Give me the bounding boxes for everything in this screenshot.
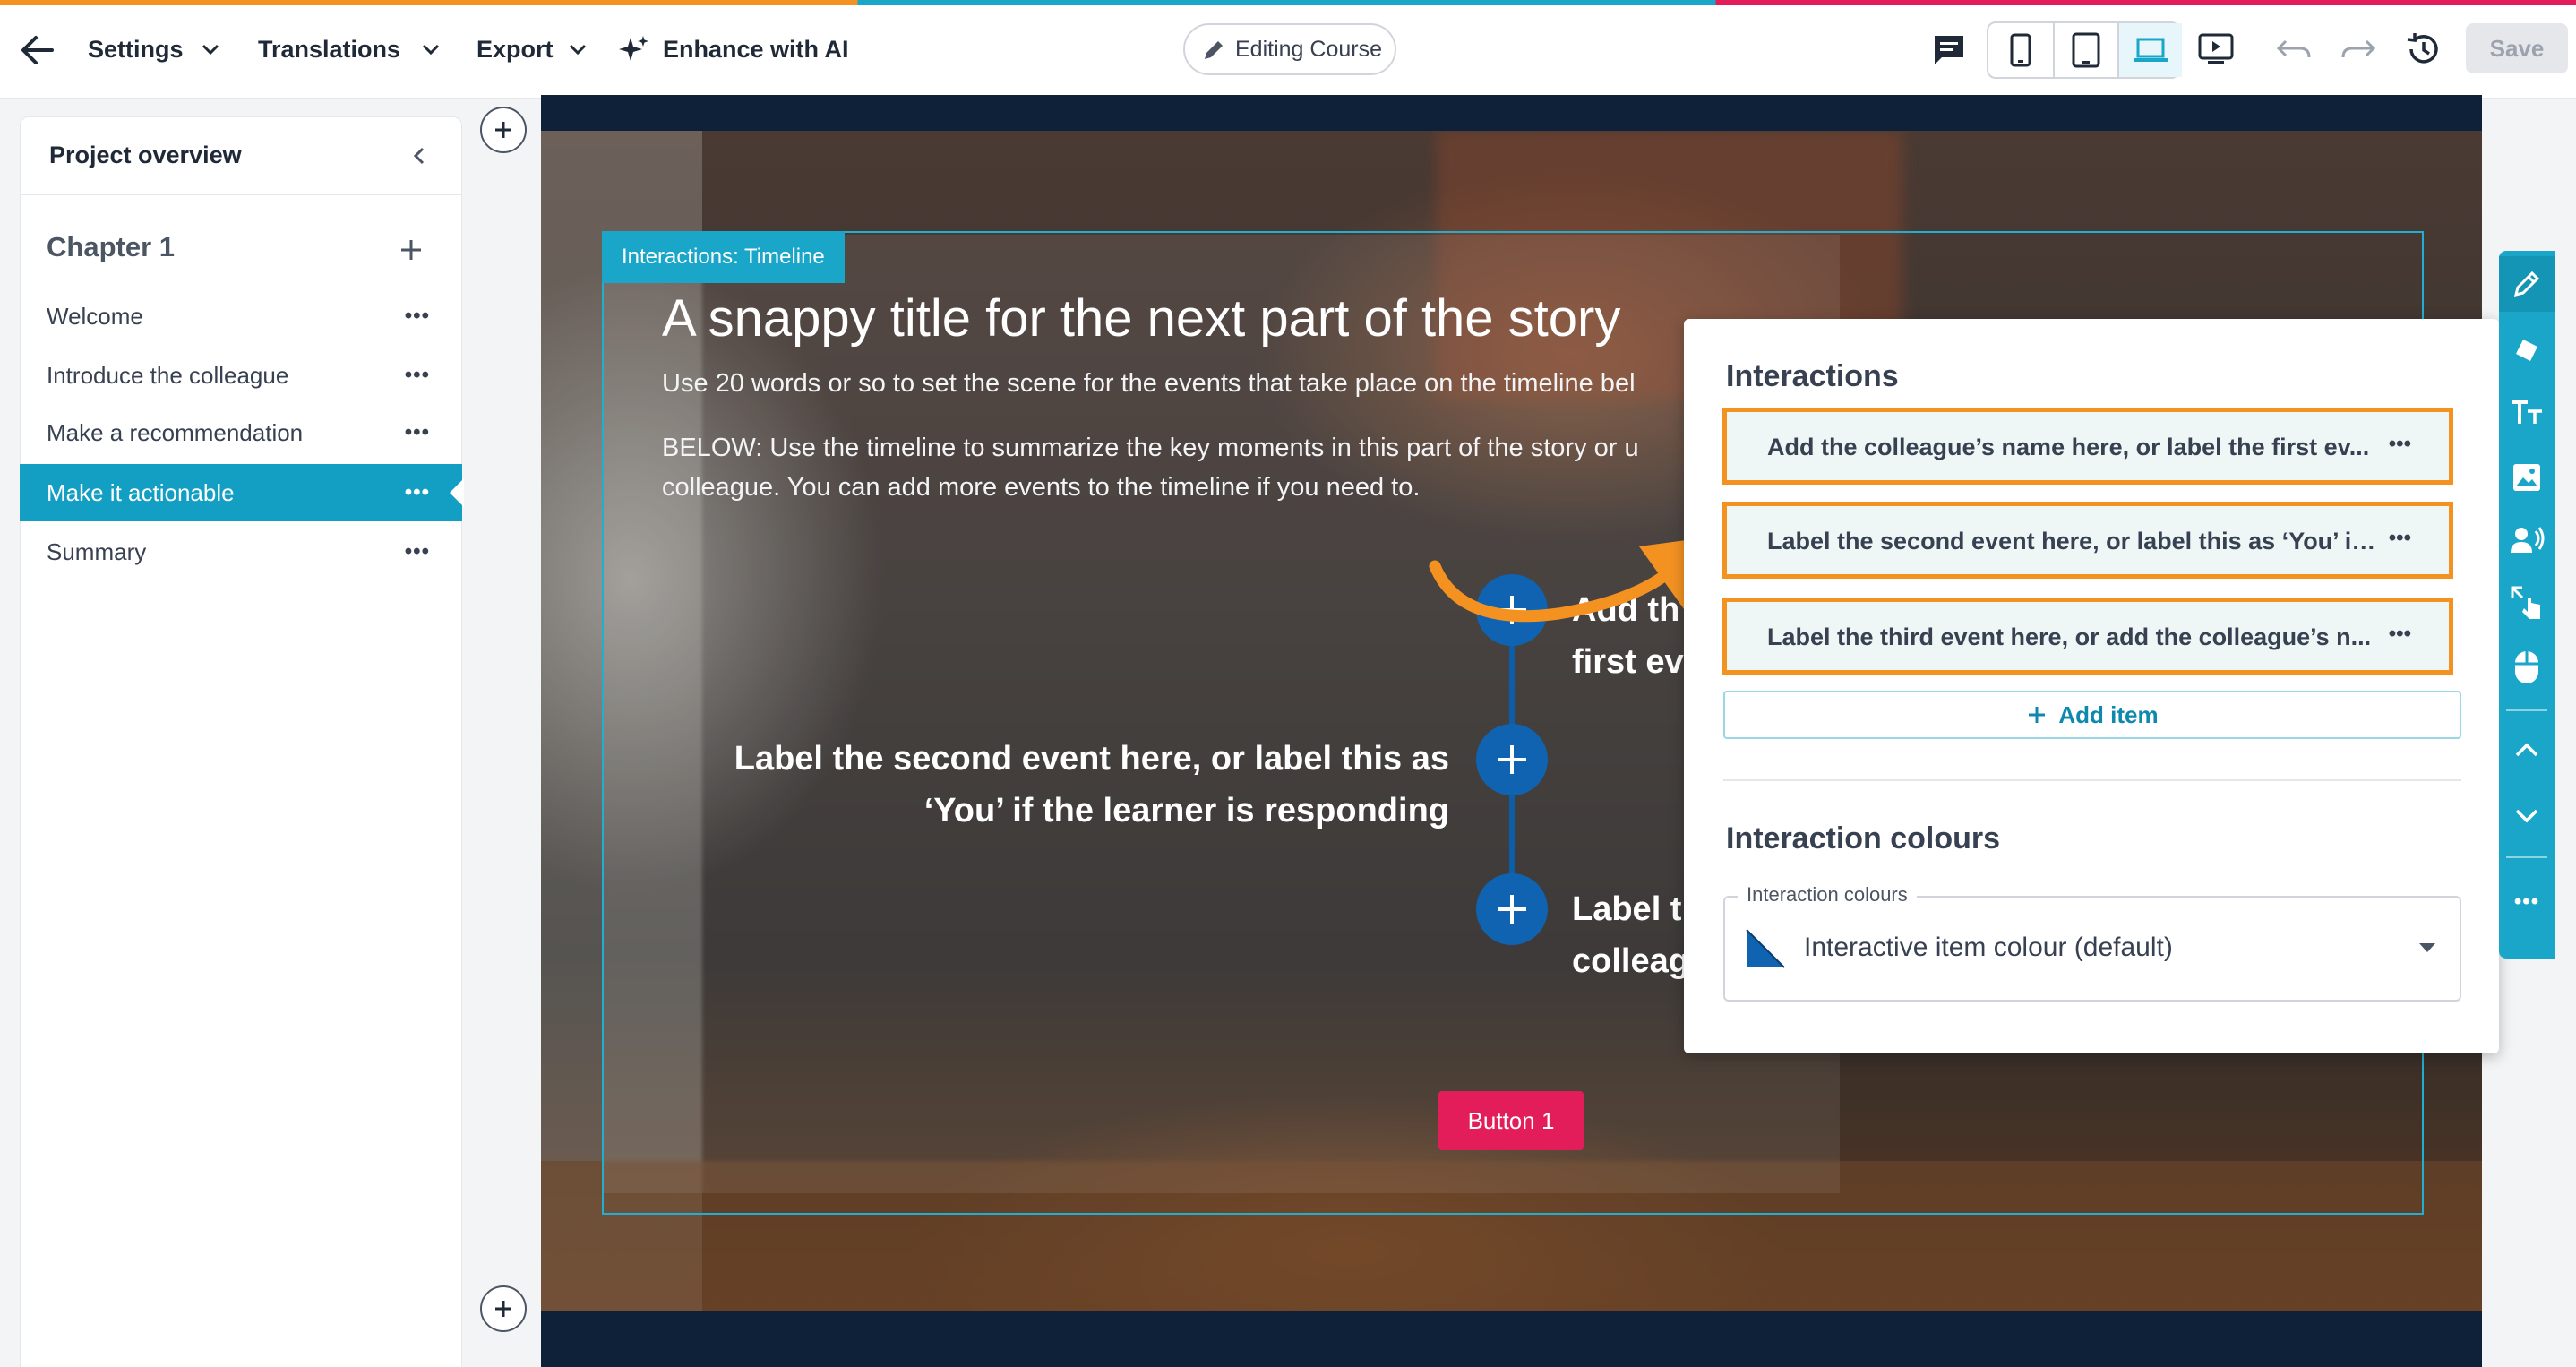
timeline-event-2-label-line2[interactable]: ‘You’ if the learner is responding [627,785,1449,837]
chevron-up-icon [2515,743,2538,757]
timeline-event-3-label-line2[interactable]: colleag [1572,935,1689,987]
phone-view-button[interactable] [1988,23,2053,77]
tablet-view-button[interactable] [2053,23,2117,77]
divider [2506,709,2547,711]
sidebar-item-make-a-recommendation[interactable]: Make a recommendation ••• [20,404,462,461]
collapse-panel-icon[interactable] [408,143,430,168]
chevron-down-icon [422,44,440,56]
dropdown-caret-icon [2419,943,2435,952]
plus-icon [1498,895,1526,924]
tablet-icon [2072,32,2100,68]
history-icon[interactable] [2404,30,2442,68]
text-size-icon [2512,400,2542,424]
laptop-icon [2134,38,2168,62]
more-icon[interactable]: ••• [405,480,430,505]
more-icon[interactable]: ••• [2389,526,2411,551]
plus-icon [1498,745,1526,774]
interaction-item-3[interactable]: Label the third event here, or add the c… [1722,598,2453,675]
back-button[interactable] [20,34,56,66]
preview-icon[interactable] [2197,32,2235,66]
timeline-event-2-button[interactable] [1476,724,1548,795]
interactions-title: Interactions [1726,359,1899,393]
chevron-down-icon [202,44,219,56]
interaction-colours-field-label: Interaction colours [1738,883,1917,907]
speaker-icon [2511,527,2545,553]
device-preview-group [1987,21,2182,79]
undo-icon[interactable] [2275,34,2313,64]
touch-resize-button[interactable] [2499,575,2555,631]
active-pointer [450,478,464,507]
timeline-event-3-label[interactable]: Label t [1572,883,1681,935]
plus-icon [495,122,511,138]
divider [2506,856,2547,858]
sidebar-item-welcome[interactable]: Welcome ••• [20,288,462,345]
redo-icon[interactable] [2340,34,2377,64]
mouse-icon [2515,651,2538,684]
image-icon [2513,464,2540,491]
chevron-down-icon [569,44,587,56]
add-section-top-button[interactable] [480,107,527,153]
more-icon[interactable]: ••• [405,420,430,445]
interaction-colours-title: Interaction colours [1726,821,2001,855]
translations-menu[interactable]: Translations [258,34,400,64]
image-button[interactable] [2499,450,2555,505]
slide-button-1[interactable]: Button 1 [1438,1091,1584,1150]
chapter-title: Chapter 1 [47,231,175,262]
edit-pencil-icon [2513,271,2540,297]
sidebar-item-make-it-actionable[interactable]: Make it actionable ••• [20,464,462,521]
timeline-event-2-label[interactable]: Label the second event here, or label th… [627,733,1449,785]
right-editing-toolbar: ••• [2499,251,2555,959]
save-button[interactable]: Save [2466,23,2568,73]
speaker-button[interactable] [2499,512,2555,568]
slide-intro-text[interactable]: Use 20 words or so to set the scene for … [662,364,1636,403]
edit-button[interactable] [2499,256,2555,312]
slide-title[interactable]: A snappy title for the next part of the … [662,288,1620,348]
more-icon[interactable]: ••• [2389,432,2411,457]
eraser-button[interactable] [2499,322,2555,378]
project-overview-title: Project overview [49,142,242,168]
sidebar-item-introduce-the-colleague[interactable]: Introduce the colleague ••• [20,347,462,404]
interaction-item-1[interactable]: Add the colleague’s name here, or label … [1722,408,2453,485]
more-icon[interactable]: ••• [405,539,430,564]
text-size-button[interactable] [2499,385,2555,441]
timeline-event-3-button[interactable] [1476,873,1548,945]
editing-course-indicator[interactable]: Editing Course [1183,23,1396,75]
block-type-tag: Interactions: Timeline [602,231,845,283]
settings-menu[interactable]: Settings [88,34,184,64]
more-options-button[interactable]: ••• [2499,874,2555,930]
plus-icon [495,1301,511,1317]
divider [20,194,462,195]
laptop-view-button[interactable] [2117,23,2182,77]
interaction-item-2[interactable]: Label the second event here, or label th… [1722,502,2453,579]
add-section-bottom-button[interactable] [480,1285,527,1332]
move-up-button[interactable] [2499,722,2555,778]
eraser-icon [2516,340,2537,361]
more-icon: ••• [2513,890,2540,914]
plus-icon [2029,707,2046,723]
colour-swatch-icon [1746,929,1785,968]
slide-body-text-line1[interactable]: BELOW: Use the timeline to summarize the… [662,428,1639,468]
touch-resize-icon [2511,586,2540,619]
sparkle-icon [619,36,648,61]
more-icon[interactable]: ••• [405,363,430,388]
phone-icon [2010,33,2031,67]
comment-icon[interactable] [1931,32,1967,66]
divider [1723,779,2461,781]
mouse-button[interactable] [2499,640,2555,695]
sidebar-item-summary[interactable]: Summary ••• [20,523,462,580]
export-menu[interactable]: Export [477,34,554,64]
arrow-left-icon [21,36,54,64]
more-icon[interactable]: ••• [2389,622,2411,647]
more-icon[interactable]: ••• [405,304,430,329]
move-down-button[interactable] [2499,788,2555,844]
chevron-down-icon [2515,809,2538,823]
add-item-button[interactable]: Add item [1723,691,2461,739]
add-page-icon[interactable] [398,236,425,263]
enhance-with-ai-button[interactable]: Enhance with AI [663,34,849,64]
slide-body-text-line2[interactable]: colleague. You can add more events to th… [662,468,1420,507]
interaction-colours-value: Interactive item colour (default) [1804,933,2173,962]
pencil-icon [1205,41,1223,59]
annotation-arrow-icon [1429,536,1720,623]
